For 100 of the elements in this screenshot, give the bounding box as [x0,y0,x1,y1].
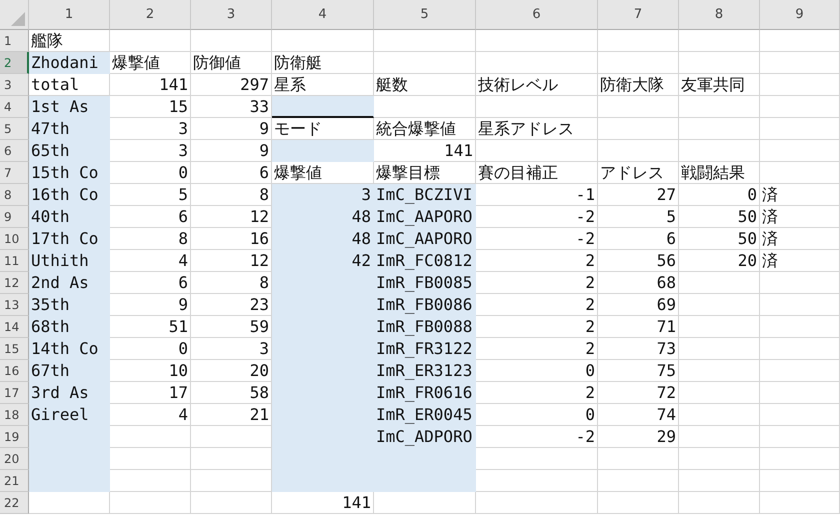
row-header[interactable]: 2 [0,52,29,74]
column-header[interactable]: 2 [110,0,191,30]
table-cell: 賽の目補正 [476,162,598,184]
column-header[interactable]: 3 [191,0,272,30]
row-header[interactable]: 8 [0,184,29,206]
table-cell: 65th [29,140,110,162]
table-cell: 2nd As [29,272,110,294]
row-header[interactable]: 7 [0,162,29,184]
table-cell: Gireel [29,404,110,426]
row-header[interactable]: 1 [0,30,29,52]
table-cell: 17th Co [29,228,110,250]
table-cell: 2 [476,272,598,294]
table-cell: -2 [476,426,598,448]
table-cell: 爆撃値 [110,52,191,74]
row-header[interactable]: 6 [0,140,29,162]
row-header[interactable]: 4 [0,96,29,118]
column-header[interactable]: 4 [272,0,374,30]
table-cell: 48 [272,228,374,250]
table-cell: 3 [272,184,374,206]
table-cell: 技術レベル [476,74,598,96]
column-header[interactable]: 5 [374,0,476,30]
table-cell: 済 [760,250,840,272]
table-cell: 4 [110,404,191,426]
column-header[interactable]: 1 [29,0,110,30]
table-cell: 0 [679,184,760,206]
row-header[interactable]: 5 [0,118,29,140]
table-cell: ImR_FB0085 [374,272,476,294]
table-cell: 47th [29,118,110,140]
table-cell: 3 [110,118,191,140]
table-cell: 4 [110,250,191,272]
table-cell: 75 [598,360,679,382]
table-cell: ImR_FR0616 [374,382,476,404]
table-cell: 40th [29,206,110,228]
table-cell: 297 [191,74,272,96]
table-cell: ImR_FB0086 [374,294,476,316]
table-cell: 星系アドレス [476,118,598,140]
table-cell: 0 [110,162,191,184]
table-cell: 統合爆撃値 [374,118,476,140]
table-cell: 141 [272,492,374,514]
table-cell: 済 [760,228,840,250]
table-cell: -1 [476,184,598,206]
table-cell: Uthith [29,250,110,272]
table-cell: 2 [476,338,598,360]
column-header[interactable]: 6 [476,0,598,30]
table-cell: 48 [272,206,374,228]
row-header[interactable]: 3 [0,74,29,96]
table-cell: 0 [476,404,598,426]
row-header[interactable]: 12 [0,272,29,294]
row-header[interactable]: 9 [0,206,29,228]
table-cell: 68 [598,272,679,294]
row-header[interactable]: 11 [0,250,29,272]
table-cell: 29 [598,426,679,448]
table-cell: 15 [110,96,191,118]
table-cell: 27 [598,184,679,206]
table-cell: 2 [476,316,598,338]
row-header[interactable]: 16 [0,360,29,382]
row-header[interactable]: 13 [0,294,29,316]
table-cell: 戦闘結果 [679,162,760,184]
table-cell: 3rd As [29,382,110,404]
table-cell: 防御値 [191,52,272,74]
select-all-icon[interactable] [11,12,25,26]
row-header[interactable]: 19 [0,426,29,448]
table-cell: 9 [110,294,191,316]
table-cell: 16th Co [29,184,110,206]
table-cell: 2 [476,250,598,272]
row-header[interactable]: 22 [0,492,29,514]
table-cell: 35th [29,294,110,316]
table-cell: ImC_ADPORO [374,426,476,448]
row-header[interactable]: 10 [0,228,29,250]
table-cell: ImR_ER3123 [374,360,476,382]
table-cell: 9 [191,118,272,140]
row-header[interactable]: 18 [0,404,29,426]
table-cell: 50 [679,206,760,228]
table-cell: 0 [476,360,598,382]
column-header[interactable]: 9 [760,0,840,30]
table-cell: アドレス [598,162,679,184]
column-header[interactable]: 8 [679,0,760,30]
table-cell: Zhodani [29,52,110,74]
column-header[interactable]: 7 [598,0,679,30]
row-header[interactable]: 15 [0,338,29,360]
table-cell: 68th [29,316,110,338]
table-cell: 6 [110,272,191,294]
table-cell: 0 [110,338,191,360]
table-cell: 72 [598,382,679,404]
row-header[interactable]: 14 [0,316,29,338]
table-cell: -2 [476,206,598,228]
row-header[interactable]: 21 [0,470,29,492]
table-cell: 10 [110,360,191,382]
table-cell: 17 [110,382,191,404]
table-cell: ImR_FC0812 [374,250,476,272]
table-cell: 141 [374,140,476,162]
table-cell: 50 [679,228,760,250]
table-cell: 71 [598,316,679,338]
table-cell: 1st As [29,96,110,118]
table-cell: 42 [272,250,374,272]
table-cell: 73 [598,338,679,360]
row-header[interactable]: 20 [0,448,29,470]
table-cell: -2 [476,228,598,250]
table-cell: 8 [110,228,191,250]
row-header[interactable]: 17 [0,382,29,404]
